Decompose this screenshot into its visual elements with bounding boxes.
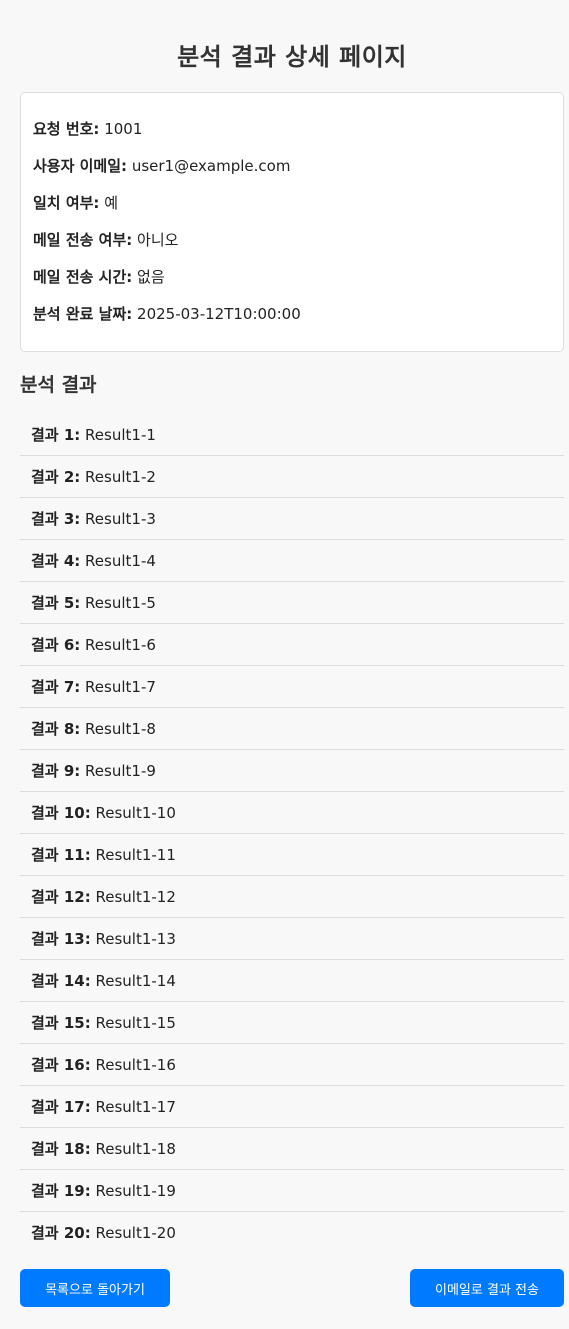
result-item-3: 결과 3: Result1-3 [20, 498, 564, 540]
results-section-title: 분석 결과 [20, 374, 97, 396]
action-bar: 목록으로 돌아가기 이메일로 결과 전송 [20, 1269, 564, 1307]
result-item-19: 결과 19: Result1-19 [20, 1170, 564, 1212]
result-value: Result1-16 [95, 1056, 176, 1074]
result-value: Result1-8 [85, 720, 156, 738]
result-item-17: 결과 17: Result1-17 [20, 1086, 564, 1128]
email-sent-time-label: 메일 전송 시간: [33, 268, 133, 286]
result-value: Result1-7 [85, 678, 156, 696]
result-item-4: 결과 4: Result1-4 [20, 540, 564, 582]
result-detail-page: 분석 결과 상세 페이지 요청 번호: 1001 사용자 이메일: user1@… [0, 40, 569, 1307]
result-item-8: 결과 8: Result1-8 [20, 708, 564, 750]
send-results-email-button[interactable]: 이메일로 결과 전송 [410, 1269, 564, 1307]
back-to-list-button[interactable]: 목록으로 돌아가기 [20, 1269, 170, 1307]
request-info-card: 요청 번호: 1001 사용자 이메일: user1@example.com 일… [20, 92, 564, 352]
result-item-1: 결과 1: Result1-1 [20, 414, 564, 456]
completed-date-value: 2025-03-12T10:00:00 [137, 305, 301, 323]
result-value: Result1-2 [85, 468, 156, 486]
result-label: 결과 8: [31, 720, 81, 738]
result-value: Result1-10 [95, 804, 176, 822]
user-email-value: user1@example.com [131, 157, 291, 175]
result-label: 결과 19: [31, 1182, 91, 1200]
match-value: 예 [104, 194, 119, 212]
page-title: 분석 결과 상세 페이지 [177, 43, 407, 71]
result-value: Result1-3 [85, 510, 156, 528]
info-row-email-sent: 메일 전송 여부: 아니오 [33, 222, 551, 259]
result-item-5: 결과 5: Result1-5 [20, 582, 564, 624]
email-sent-time-value: 없음 [137, 268, 165, 286]
result-label: 결과 3: [31, 510, 81, 528]
result-item-20: 결과 20: Result1-20 [20, 1212, 564, 1254]
result-label: 결과 14: [31, 972, 91, 990]
completed-date-label: 분석 완료 날짜: [33, 305, 133, 323]
user-email-label: 사용자 이메일: [33, 157, 128, 175]
result-label: 결과 13: [31, 930, 91, 948]
result-label: 결과 17: [31, 1098, 91, 1116]
result-value: Result1-9 [85, 762, 156, 780]
result-label: 결과 16: [31, 1056, 91, 1074]
result-value: Result1-6 [85, 636, 156, 654]
result-label: 결과 2: [31, 468, 81, 486]
result-value: Result1-5 [85, 594, 156, 612]
result-value: Result1-19 [95, 1182, 176, 1200]
result-item-9: 결과 9: Result1-9 [20, 750, 564, 792]
result-value: Result1-20 [95, 1224, 176, 1242]
result-label: 결과 12: [31, 888, 91, 906]
result-item-2: 결과 2: Result1-2 [20, 456, 564, 498]
result-list: 결과 1: Result1-1 결과 2: Result1-2 결과 3: Re… [20, 414, 564, 1254]
result-label: 결과 20: [31, 1224, 91, 1242]
result-label: 결과 10: [31, 804, 91, 822]
result-item-13: 결과 13: Result1-13 [20, 918, 564, 960]
request-id-label: 요청 번호: [33, 120, 100, 138]
result-label: 결과 5: [31, 594, 81, 612]
result-label: 결과 7: [31, 678, 81, 696]
result-label: 결과 1: [31, 426, 81, 444]
result-value: Result1-17 [95, 1098, 176, 1116]
request-id-value: 1001 [104, 120, 143, 138]
result-item-18: 결과 18: Result1-18 [20, 1128, 564, 1170]
result-label: 결과 9: [31, 762, 81, 780]
result-value: Result1-1 [85, 426, 156, 444]
result-item-16: 결과 16: Result1-16 [20, 1044, 564, 1086]
email-sent-label: 메일 전송 여부: [33, 231, 133, 249]
info-row-match: 일치 여부: 예 [33, 185, 551, 222]
result-item-15: 결과 15: Result1-15 [20, 1002, 564, 1044]
info-row-request-id: 요청 번호: 1001 [33, 111, 551, 148]
result-value: Result1-12 [95, 888, 176, 906]
result-item-7: 결과 7: Result1-7 [20, 666, 564, 708]
info-row-completed-date: 분석 완료 날짜: 2025-03-12T10:00:00 [33, 296, 551, 333]
result-value: Result1-13 [95, 930, 176, 948]
result-item-14: 결과 14: Result1-14 [20, 960, 564, 1002]
result-value: Result1-15 [95, 1014, 176, 1032]
result-item-10: 결과 10: Result1-10 [20, 792, 564, 834]
result-value: Result1-11 [95, 846, 176, 864]
result-value: Result1-4 [85, 552, 156, 570]
result-label: 결과 4: [31, 552, 81, 570]
result-label: 결과 15: [31, 1014, 91, 1032]
result-label: 결과 11: [31, 846, 91, 864]
info-row-user-email: 사용자 이메일: user1@example.com [33, 148, 551, 185]
result-item-11: 결과 11: Result1-11 [20, 834, 564, 876]
result-label: 결과 6: [31, 636, 81, 654]
email-sent-value: 아니오 [137, 231, 179, 249]
result-value: Result1-18 [95, 1140, 176, 1158]
info-row-email-sent-time: 메일 전송 시간: 없음 [33, 259, 551, 296]
result-item-12: 결과 12: Result1-12 [20, 876, 564, 918]
result-value: Result1-14 [95, 972, 176, 990]
result-label: 결과 18: [31, 1140, 91, 1158]
match-label: 일치 여부: [33, 194, 100, 212]
result-item-6: 결과 6: Result1-6 [20, 624, 564, 666]
